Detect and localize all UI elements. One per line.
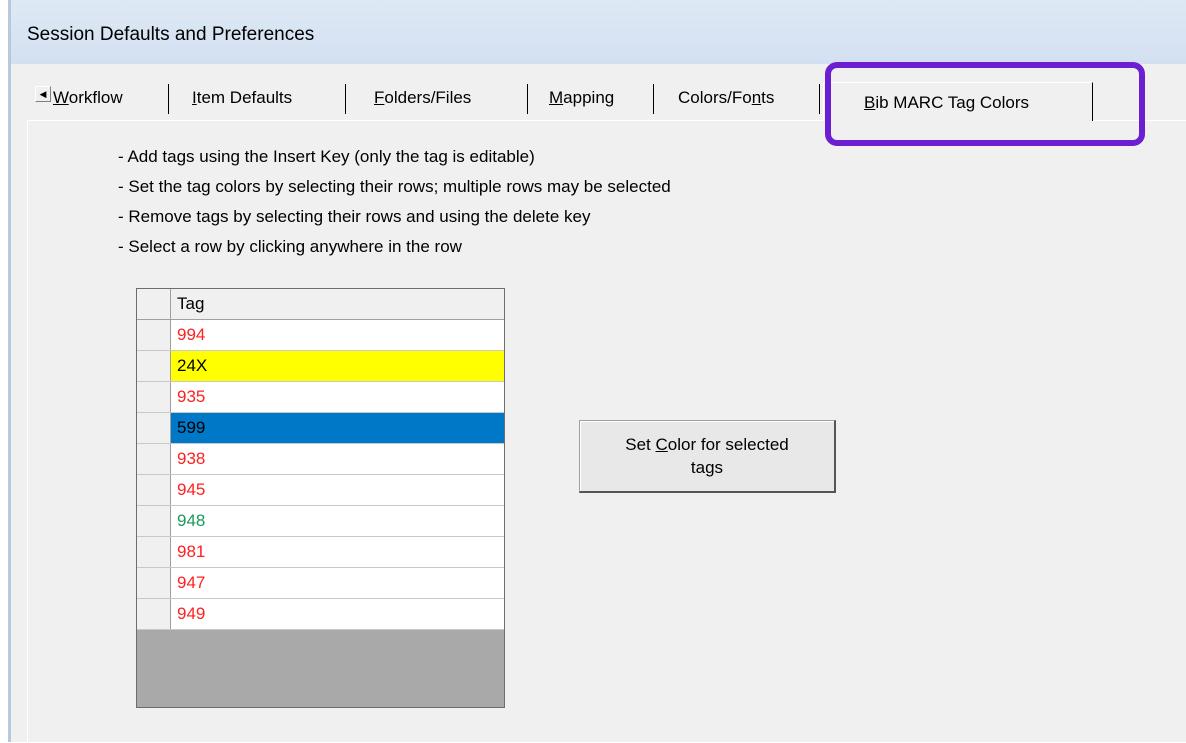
instruction-line: - Set the tag colors by selecting their … xyxy=(118,177,671,196)
table-row[interactable]: 938 xyxy=(137,444,504,475)
title-bar[interactable]: Session Defaults and Preferences xyxy=(11,0,1186,64)
row-selector[interactable] xyxy=(137,413,171,443)
table-row[interactable]: 935 xyxy=(137,382,504,413)
tag-cell[interactable]: 994 xyxy=(171,320,504,350)
tab-workflow[interactable]: Workflow xyxy=(49,83,123,113)
table-row[interactable]: 599 xyxy=(137,413,504,444)
window-title: Session Defaults and Preferences xyxy=(27,24,315,45)
tab-bib-marc-tag-colors[interactable]: Bib MARC Tag Colors xyxy=(823,82,1093,121)
tab-bib-marc-label: ib MARC Tag Colors xyxy=(875,93,1030,112)
tab-colors-fonts-label-start: Colors/Fo xyxy=(678,88,752,107)
tag-color-grid[interactable]: Tag 994 24X 935 599 938 945 948 981 947 949 xyxy=(136,288,505,708)
table-row[interactable]: 948 xyxy=(137,506,504,537)
tag-cell[interactable]: 948 xyxy=(171,506,504,536)
instructions: - Add tags using the Insert Key (only th… xyxy=(118,142,671,262)
tab-mapping[interactable]: Mapping xyxy=(545,83,614,113)
row-selector[interactable] xyxy=(137,382,171,412)
instruction-line: - Select a row by clicking anywhere in t… xyxy=(118,237,462,256)
tab-colors-fonts-label-end: ts xyxy=(761,88,775,107)
row-selector[interactable] xyxy=(137,537,171,567)
row-selector[interactable] xyxy=(137,475,171,505)
row-selector[interactable] xyxy=(137,320,171,350)
instruction-line: - Remove tags by selecting their rows an… xyxy=(118,207,591,226)
tab-folders-files-label: olders/Files xyxy=(384,88,472,107)
tab-bib-marc-mnemonic: B xyxy=(864,93,876,112)
tab-workflow-mnemonic: W xyxy=(53,88,69,107)
grid-corner-cell[interactable] xyxy=(137,289,171,319)
tab-separator xyxy=(168,84,169,114)
table-row[interactable]: 949 xyxy=(137,599,504,630)
table-row[interactable]: 981 xyxy=(137,537,504,568)
tag-cell[interactable]: 24X xyxy=(171,351,504,381)
set-color-button[interactable]: Set Color for selected tags xyxy=(579,420,836,493)
tag-cell[interactable]: 947 xyxy=(171,568,504,598)
tab-mapping-mnemonic: M xyxy=(549,88,564,107)
table-row[interactable]: 947 xyxy=(137,568,504,599)
row-selector[interactable] xyxy=(137,599,171,629)
tab-separator xyxy=(653,84,654,114)
tag-cell[interactable]: 938 xyxy=(171,444,504,474)
grid-header-row: Tag xyxy=(137,289,504,320)
set-color-label-end: olor for selected xyxy=(667,435,789,454)
tab-separator xyxy=(527,84,528,114)
tab-workflow-label: orkflow xyxy=(68,88,123,107)
tab-separator xyxy=(819,84,820,114)
tab-colors-fonts[interactable]: Colors/Fonts xyxy=(674,83,774,113)
preferences-window: Session Defaults and Preferences ◀ Workf… xyxy=(11,0,1186,743)
row-selector[interactable] xyxy=(137,351,171,381)
tab-mapping-label: apping xyxy=(563,88,615,107)
tag-cell[interactable]: 949 xyxy=(171,599,504,629)
instruction-line: - Add tags using the Insert Key (only th… xyxy=(118,147,535,166)
tab-item-defaults-label: tem Defaults xyxy=(196,88,293,107)
tag-cell[interactable]: 945 xyxy=(171,475,504,505)
grid-column-header-tag[interactable]: Tag xyxy=(171,289,504,319)
row-selector[interactable] xyxy=(137,568,171,598)
set-color-label-line2: tags xyxy=(690,458,724,477)
tag-cell[interactable]: 935 xyxy=(171,382,504,412)
tab-colors-fonts-mnemonic: n xyxy=(751,88,762,107)
tab-item-defaults[interactable]: Item Defaults xyxy=(188,83,292,113)
tab-folders-files-mnemonic: F xyxy=(374,88,385,107)
tag-cell[interactable]: 981 xyxy=(171,537,504,567)
table-row[interactable]: 24X xyxy=(137,351,504,382)
tab-separator xyxy=(345,84,346,114)
row-selector[interactable] xyxy=(137,444,171,474)
set-color-label-start: Set xyxy=(625,435,656,454)
tag-cell[interactable]: 599 xyxy=(171,413,504,443)
set-color-mnemonic: C xyxy=(655,435,668,454)
table-row[interactable]: 994 xyxy=(137,320,504,351)
tab-folders-files[interactable]: Folders/Files xyxy=(370,83,471,113)
table-row[interactable]: 945 xyxy=(137,475,504,506)
row-selector[interactable] xyxy=(137,506,171,536)
tab-bib-marc-tag-colors-text: Bib MARC Tag Colors xyxy=(864,93,1029,113)
